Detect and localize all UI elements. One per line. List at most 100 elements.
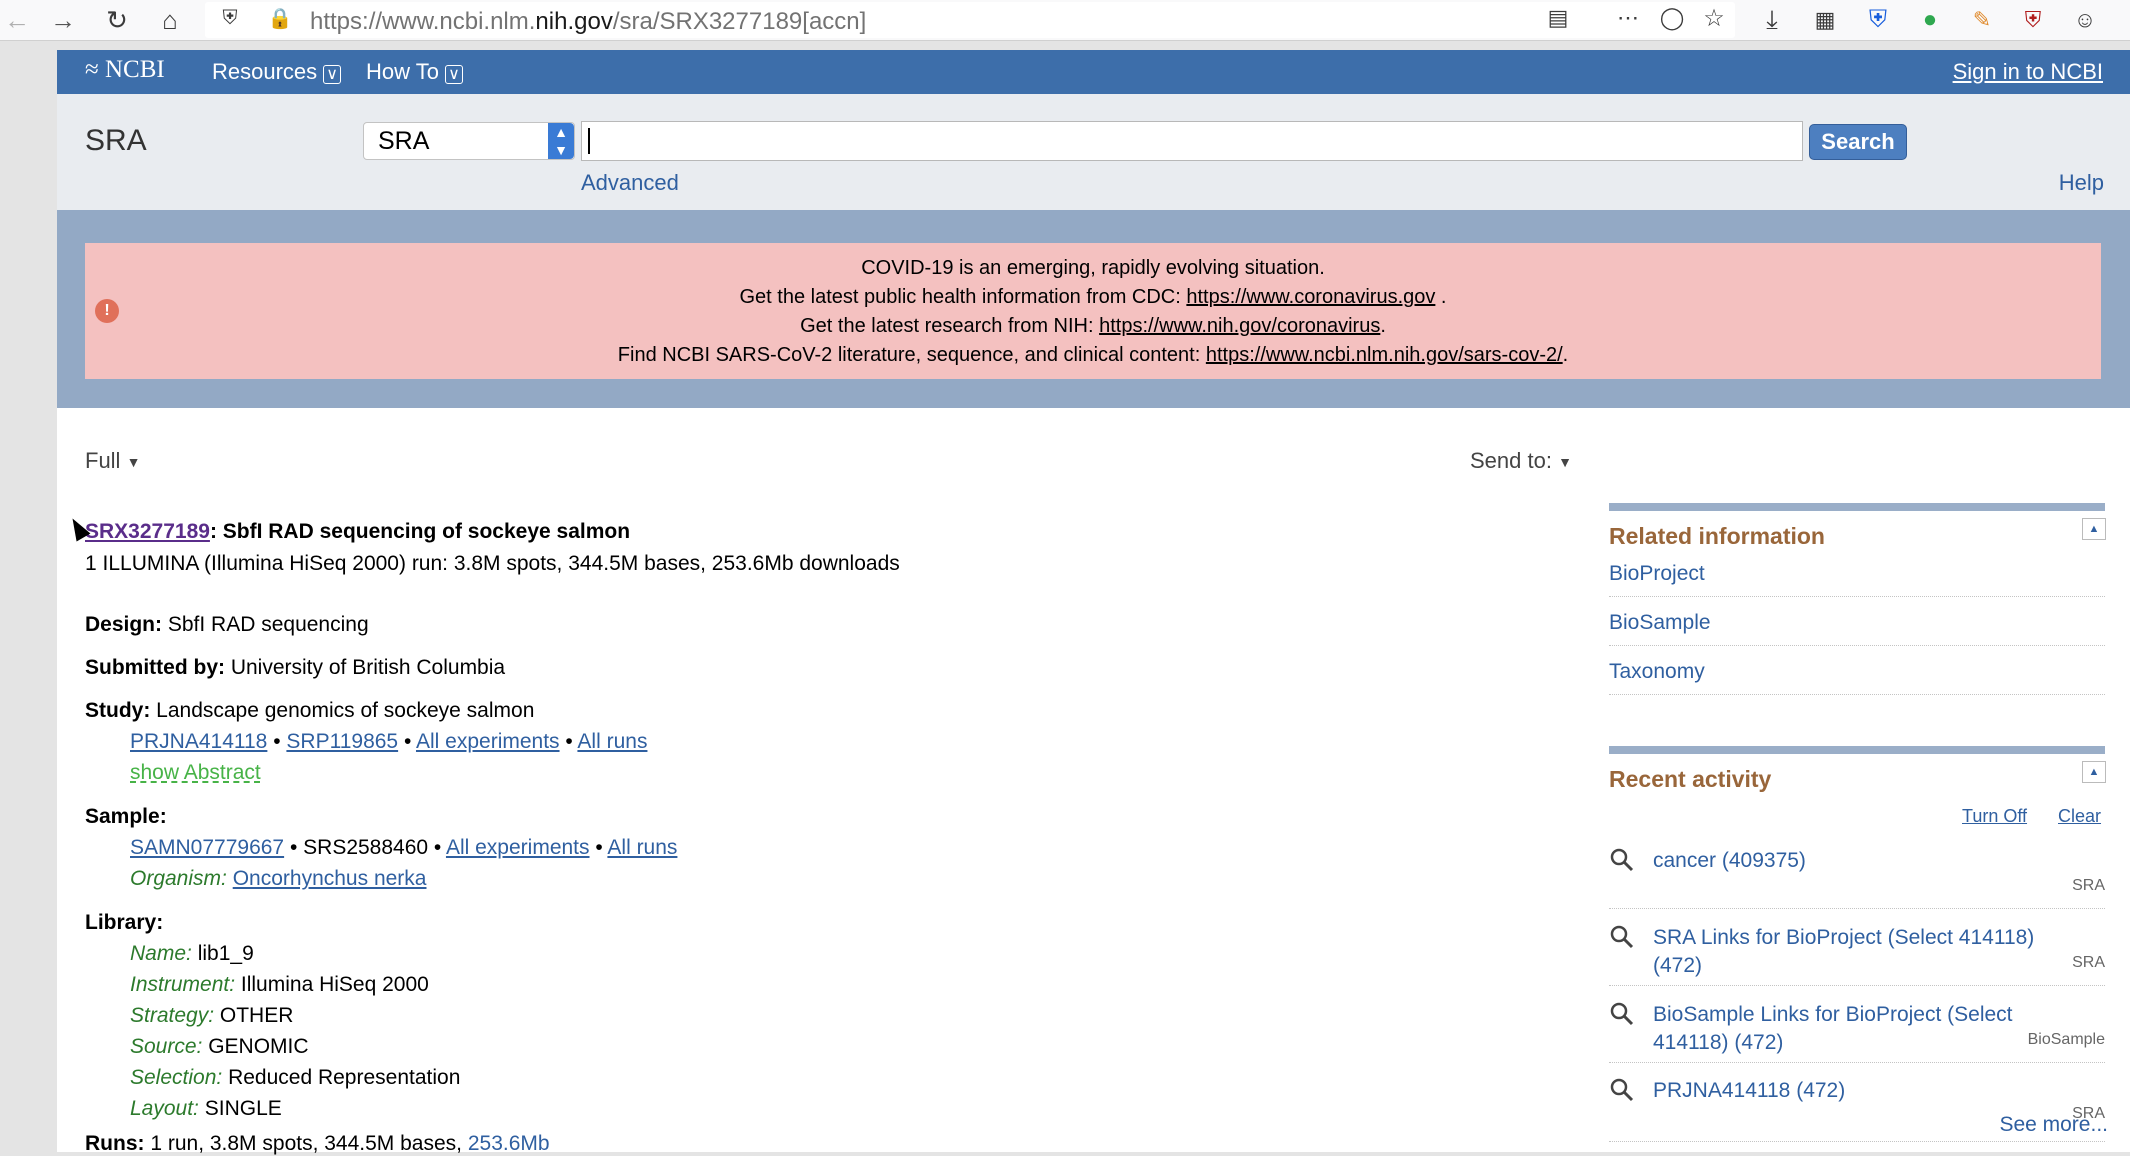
resources-menu[interactable]: Resources ∨ [212, 59, 341, 85]
study-all-runs-link[interactable]: All runs [577, 730, 647, 753]
related-bioproject-link[interactable]: BioProject [1609, 562, 1705, 586]
recent-activity-heading: Recent activity [1609, 766, 1772, 792]
lock-icon[interactable]: 🔒 [267, 4, 293, 32]
sample-all-experiments-link[interactable]: All experiments [446, 836, 590, 859]
organism-row: Organism: Oncorhynchus nerka [130, 867, 426, 891]
submitted-label: Submitted by: [85, 656, 225, 679]
library-field-value: lib1_9 [191, 942, 254, 965]
how-to-menu[interactable]: How To ∨ [366, 59, 463, 85]
turn-off-link[interactable]: Turn Off [1962, 806, 2027, 827]
sign-in-link[interactable]: Sign in to NCBI [1953, 59, 2103, 85]
study-all-experiments-link[interactable]: All experiments [416, 730, 560, 753]
record-title: SRX3277189: SbfI RAD sequencing of socke… [85, 520, 630, 544]
related-biosample-link[interactable]: BioSample [1609, 611, 1711, 635]
divider [1609, 1062, 2105, 1063]
sample-all-runs-link[interactable]: All runs [607, 836, 677, 859]
related-information-heading: Related information [1609, 523, 1825, 549]
covid-line-2-end: . [1435, 286, 1447, 308]
how-to-label: How To [366, 59, 439, 84]
sample-links: SAMN07779667 • SRS2588460 • All experime… [130, 836, 678, 859]
related-rule [1609, 503, 2105, 511]
bioproject-accession-link[interactable]: PRJNA414118 [130, 730, 267, 753]
send-to-label: Send to: [1470, 448, 1552, 473]
tracking-shield-icon[interactable]: ⛨ [217, 4, 243, 32]
search-button[interactable]: Search [1809, 124, 1907, 160]
account-icon[interactable]: ☺ [2070, 6, 2100, 34]
see-more-link[interactable]: See more... [1999, 1113, 2108, 1137]
library-instrument-row: Instrument: Illumina HiSeq 2000 [130, 973, 429, 997]
library-field-value: GENOMIC [202, 1035, 309, 1058]
caret-down-icon: ▼ [126, 454, 141, 471]
recent-item-text[interactable]: PRJNA414118 (472) [1653, 1077, 2073, 1105]
database-select[interactable]: SRA ▲ ▼ [363, 122, 575, 160]
recent-item[interactable]: cancer (409375) SRA [1609, 847, 2105, 917]
accession-link[interactable]: SRX3277189 [85, 520, 210, 543]
back-icon[interactable]: ← [2, 5, 32, 35]
caret-down-icon: ▼ [1558, 454, 1572, 471]
reload-icon[interactable]: ↻ [102, 5, 132, 35]
download-icon[interactable]: ⤓ [1757, 4, 1787, 34]
library-strategy-row: Strategy: OTHER [130, 1004, 293, 1028]
bitwarden-icon[interactable]: ⛨ [1863, 6, 1893, 34]
recent-item[interactable]: SRA Links for BioProject (Select 414118)… [1609, 924, 2105, 994]
organism-link[interactable]: Oncorhynchus nerka [233, 867, 427, 890]
recent-rule [1609, 746, 2105, 754]
url-bar[interactable]: ⛨ 🔒 https://www.ncbi.nlm.nih.gov/sra/SRX… [205, 2, 1735, 38]
recent-item-text[interactable]: cancer (409375) [1653, 847, 2073, 875]
covid-line-3: Get the latest research from NIH: https:… [85, 315, 2101, 338]
url-domain: nih.gov [535, 8, 613, 35]
divider [1609, 1141, 2105, 1142]
bookmark-star-icon[interactable]: ☆ [1699, 4, 1729, 32]
submitted-value: University of British Columbia [225, 656, 506, 679]
recent-item-db: BioSample [2027, 1031, 2105, 1048]
extensions-grid-icon[interactable]: ▦ [1810, 6, 1840, 34]
pocket-icon[interactable]: ◯ [1657, 4, 1687, 32]
nih-link[interactable]: https://www.nih.gov/coronavirus [1099, 315, 1380, 337]
library-field-label: Selection: [130, 1066, 223, 1089]
study-row: Study: Landscape genomics of sockeye sal… [85, 699, 534, 723]
search-icon [1610, 925, 1634, 949]
library-field-value: Illumina HiSeq 2000 [235, 973, 429, 996]
page-actions-icon[interactable]: ⋯ [1613, 4, 1643, 32]
database-title: SRA [85, 124, 147, 157]
select-updown-icon: ▲ ▼ [548, 123, 574, 159]
organism-label: Organism: [130, 867, 227, 890]
url-text[interactable]: https://www.ncbi.nlm.nih.gov/sra/SRX3277… [310, 8, 866, 36]
search-input[interactable] [581, 121, 1803, 161]
chevron-down-icon: ∨ [323, 65, 341, 84]
covid-line-3-end: . [1380, 315, 1386, 337]
related-taxonomy-link[interactable]: Taxonomy [1609, 660, 1705, 684]
recent-item[interactable]: BioSample Links for BioProject (Select 4… [1609, 1001, 2105, 1071]
collapse-recent-icon[interactable]: ▲ [2082, 761, 2106, 783]
recent-item-text[interactable]: SRA Links for BioProject (Select 414118)… [1653, 924, 2073, 980]
cdc-link[interactable]: https://www.coronavirus.gov [1186, 286, 1435, 308]
covid-line-4-end: . [1562, 344, 1569, 366]
forward-icon[interactable]: → [48, 5, 78, 35]
ublock-icon[interactable]: ⛨ [2018, 6, 2048, 34]
reader-view-icon[interactable]: ▤ [1545, 4, 1571, 32]
library-source-row: Source: GENOMIC [130, 1035, 309, 1059]
extension-icon[interactable]: ✎ [1967, 6, 1997, 34]
collapse-related-icon[interactable]: ▲ [2082, 518, 2106, 540]
text-caret [588, 128, 590, 154]
grammar-extension-icon[interactable]: ● [1915, 6, 1945, 34]
home-icon[interactable]: ⌂ [155, 5, 185, 35]
resources-label: Resources [212, 59, 318, 84]
library-field-label: Layout: [130, 1097, 199, 1120]
biosample-accession-link[interactable]: SAMN07779667 [130, 836, 284, 859]
send-to-dropdown[interactable]: Send to: ▼ [1470, 448, 1572, 474]
advanced-link[interactable]: Advanced [581, 170, 679, 196]
ncbi-page: ≈ NCBI Resources ∨ How To ∨ Sign in to N… [57, 50, 2130, 1155]
ncbi-logo[interactable]: ≈ NCBI [85, 56, 165, 84]
show-abstract-toggle[interactable]: show Abstract [130, 761, 261, 785]
sars-cov-2-link[interactable]: https://www.ncbi.nlm.nih.gov/sars-cov-2/ [1206, 344, 1563, 366]
divider [1609, 985, 2105, 986]
divider [1609, 596, 2105, 597]
clear-link[interactable]: Clear [2058, 806, 2101, 827]
recent-item-text[interactable]: BioSample Links for BioProject (Select 4… [1653, 1001, 2073, 1057]
format-dropdown[interactable]: Full ▼ [85, 448, 140, 474]
help-link[interactable]: Help [2059, 170, 2104, 196]
library-selection-row: Selection: Reduced Representation [130, 1066, 460, 1090]
design-row: Design: SbfI RAD sequencing [85, 613, 369, 637]
srp-accession-link[interactable]: SRP119865 [286, 730, 398, 753]
